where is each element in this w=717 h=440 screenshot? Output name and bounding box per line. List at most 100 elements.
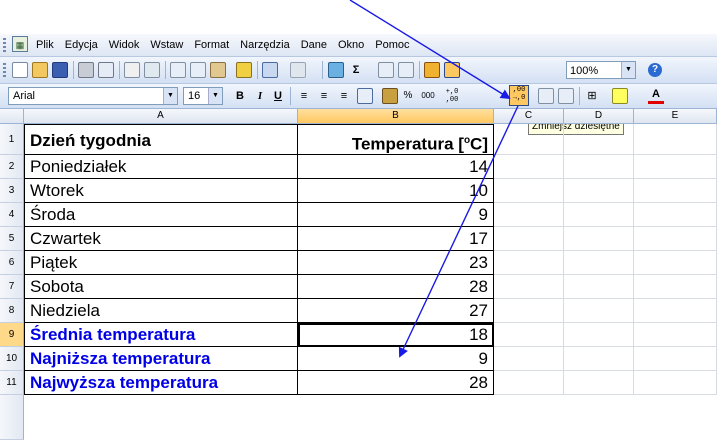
thousands-separator-button[interactable]: 000 — [418, 88, 438, 104]
column-header-a[interactable]: A — [24, 109, 298, 123]
menu-wstaw[interactable]: Wstaw — [150, 34, 183, 56]
row-header[interactable]: 8 — [0, 299, 24, 323]
empty-cell[interactable] — [564, 371, 634, 395]
empty-cell[interactable] — [634, 371, 717, 395]
cell-b2[interactable]: 14 — [298, 155, 494, 179]
empty-cell[interactable] — [634, 275, 717, 299]
decrease-indent-icon[interactable] — [538, 88, 554, 104]
hyperlink-icon[interactable] — [328, 62, 344, 78]
format-painter-icon[interactable] — [236, 62, 252, 78]
column-header-b[interactable]: B — [298, 109, 494, 123]
menu-widok[interactable]: Widok — [109, 34, 140, 56]
empty-cell[interactable] — [494, 299, 564, 323]
cell-b3[interactable]: 10 — [298, 179, 494, 203]
select-all-corner[interactable] — [0, 109, 24, 123]
open-folder-icon[interactable] — [32, 62, 48, 78]
currency-icon[interactable] — [382, 88, 398, 104]
menu-edycja[interactable]: Edycja — [65, 34, 98, 56]
row-header[interactable] — [0, 395, 24, 440]
row-header[interactable]: 3 — [0, 179, 24, 203]
menu-format[interactable]: Format — [194, 34, 229, 56]
empty-cell[interactable] — [634, 227, 717, 251]
align-left-icon[interactable]: ≡ — [296, 88, 312, 104]
row-header[interactable]: 2 — [0, 155, 24, 179]
cell-a4[interactable]: Środa — [24, 203, 298, 227]
menu-okno[interactable]: Okno — [338, 34, 364, 56]
empty-cell[interactable] — [564, 275, 634, 299]
cell-b7[interactable]: 28 — [298, 275, 494, 299]
research-icon[interactable] — [144, 62, 160, 78]
chevron-down-icon[interactable]: ▼ — [208, 88, 222, 104]
empty-cell[interactable] — [494, 124, 564, 155]
empty-cell[interactable] — [494, 227, 564, 251]
font-size-select[interactable]: 16 ▼ — [183, 87, 223, 105]
empty-cell[interactable] — [494, 155, 564, 179]
font-select[interactable]: Arial ▼ — [8, 87, 178, 105]
empty-cell[interactable] — [634, 323, 717, 347]
zoom-select[interactable]: 100% ▼ — [566, 61, 636, 79]
menu-pomoc[interactable]: Pomoc — [375, 34, 409, 56]
save-icon[interactable] — [52, 62, 68, 78]
menu-grip[interactable] — [3, 38, 6, 52]
cell-a6[interactable]: Piątek — [24, 251, 298, 275]
row-header[interactable]: 9 — [0, 323, 24, 347]
font-color-button[interactable]: A — [648, 88, 664, 104]
empty-cell[interactable] — [564, 227, 634, 251]
chart-wizard-icon[interactable] — [424, 62, 440, 78]
autosum-icon[interactable]: Σ — [348, 62, 364, 78]
new-document-icon[interactable] — [12, 62, 28, 78]
empty-cell[interactable] — [634, 203, 717, 227]
cell-a8[interactable]: Niedziela — [24, 299, 298, 323]
empty-cell[interactable] — [564, 124, 634, 155]
empty-cell[interactable] — [494, 347, 564, 371]
empty-cell[interactable] — [634, 179, 717, 203]
align-right-icon[interactable]: ≡ — [336, 88, 352, 104]
chevron-down-icon[interactable]: ▼ — [163, 88, 177, 104]
empty-cell[interactable] — [564, 347, 634, 371]
empty-cell[interactable] — [634, 347, 717, 371]
cell-b6[interactable]: 23 — [298, 251, 494, 275]
empty-cell[interactable] — [564, 251, 634, 275]
drawing-icon[interactable] — [444, 62, 460, 78]
cell-a11[interactable]: Najwyższa temperatura — [24, 371, 298, 395]
cell-b4[interactable]: 9 — [298, 203, 494, 227]
column-header-c[interactable]: C — [494, 109, 564, 123]
cell-b10[interactable]: 9 — [298, 347, 494, 371]
row-header[interactable]: 5 — [0, 227, 24, 251]
empty-cell[interactable] — [634, 124, 717, 155]
increase-decimal-icon[interactable]: +,0,00 — [444, 88, 460, 104]
empty-cell[interactable] — [494, 323, 564, 347]
cell-a3[interactable]: Wtorek — [24, 179, 298, 203]
empty-cell[interactable] — [494, 179, 564, 203]
row-header[interactable]: 1 — [0, 124, 24, 155]
menu-plik[interactable]: Plik — [36, 34, 54, 56]
excel-app-icon[interactable]: ▦ — [12, 36, 28, 52]
row-header[interactable]: 6 — [0, 251, 24, 275]
cell-b5[interactable]: 17 — [298, 227, 494, 251]
bold-button[interactable]: B — [232, 88, 248, 104]
empty-cell[interactable] — [564, 179, 634, 203]
empty-cell[interactable] — [564, 323, 634, 347]
underline-button[interactable]: U — [270, 88, 286, 104]
column-header-d[interactable]: D — [564, 109, 634, 123]
cell-b8[interactable]: 27 — [298, 299, 494, 323]
print-icon[interactable] — [78, 62, 94, 78]
empty-cell[interactable] — [564, 203, 634, 227]
redo-icon[interactable] — [290, 62, 306, 78]
empty-cell[interactable] — [634, 299, 717, 323]
merge-center-icon[interactable] — [357, 88, 373, 104]
empty-cell[interactable] — [564, 155, 634, 179]
chevron-down-icon[interactable]: ▼ — [621, 62, 635, 78]
cell-a7[interactable]: Sobota — [24, 275, 298, 299]
row-header[interactable]: 10 — [0, 347, 24, 371]
borders-icon[interactable]: ⊞ — [584, 88, 600, 104]
cell-b1-header[interactable]: Temperatura [oC] — [298, 124, 494, 155]
empty-cell[interactable] — [494, 251, 564, 275]
copy-icon[interactable] — [190, 62, 206, 78]
increase-indent-icon[interactable] — [558, 88, 574, 104]
align-center-icon[interactable]: ≡ — [316, 88, 332, 104]
menu-narzedzia[interactable]: Narzędzia — [240, 34, 290, 56]
cell-a2[interactable]: Poniedziałek — [24, 155, 298, 179]
cell-b9[interactable]: 18 — [298, 323, 494, 347]
row-header[interactable]: 4 — [0, 203, 24, 227]
